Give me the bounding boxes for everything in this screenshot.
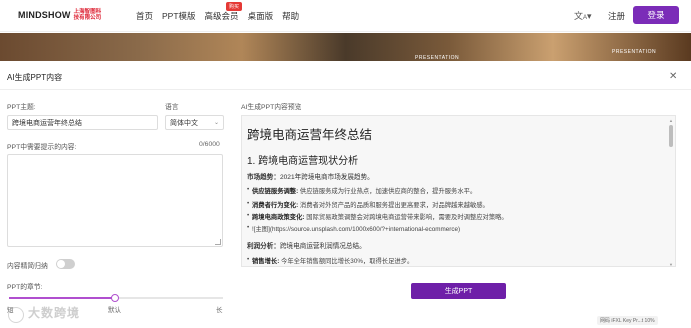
chapters-slider-fill xyxy=(9,297,115,299)
toggle-knob xyxy=(57,260,65,268)
modal-title: AI生成PPT内容 xyxy=(7,73,63,82)
list-item: 跨境电商政策变化: 国际贸易政策调整会对跨境电商运营带来影响，需要及时调整应对策… xyxy=(247,212,508,221)
bullet-text: 消费者对外贸产品的品质和服务提出更高要求，对品牌越来越敏感。 xyxy=(298,202,489,209)
smart-toggle-label: 内容精简归纳 xyxy=(7,263,48,270)
preview-heading: 1. 跨境电商运营现状分析 xyxy=(247,156,359,167)
register-link[interactable]: 注册 xyxy=(608,10,625,22)
watermark: 大数跨境 xyxy=(28,306,81,320)
topic-label: PPT主题: xyxy=(7,104,36,111)
preview-trend-line: 市场趋势：2021年跨境电商市场发展趋势。 xyxy=(247,171,374,181)
trend-label: 市场趋势： xyxy=(247,174,280,181)
scroll-down-icon[interactable]: ▼ xyxy=(669,262,673,267)
topic-input[interactable]: 跨境电商运营年终总结 xyxy=(7,115,158,130)
bullet-bold: 供应链服务调整: xyxy=(252,188,299,195)
logo[interactable]: MINDSHOW 上海智图科技有限公司 xyxy=(18,9,104,21)
bullet-bold: 销售增长: xyxy=(252,258,280,265)
bullet-text: 今年全年销售额同比增长30%，取得长足进步。 xyxy=(279,258,414,265)
close-icon[interactable]: ✕ xyxy=(669,71,677,82)
slider-mid-label: 默认 xyxy=(108,307,121,314)
resize-handle[interactable] xyxy=(215,239,221,245)
slider-max-label: 长 xyxy=(216,307,223,314)
prompt-textarea[interactable] xyxy=(7,154,223,247)
watermark-icon xyxy=(8,307,24,323)
nav-premium[interactable]: 高级会员 xyxy=(205,10,239,22)
scroll-up-icon[interactable]: ▲ xyxy=(669,118,673,123)
bullet-text: 国际贸易政策调整会对跨境电商运营带来影响，需要及时调整应对策略。 xyxy=(304,214,508,221)
trend-text: 2021年跨境电商市场发展趋势。 xyxy=(279,174,374,181)
chapters-slider-thumb[interactable] xyxy=(111,294,119,302)
preview-panel[interactable]: 跨境电商运营年终总结 1. 跨境电商运营现状分析 市场趋势：2021年跨境电商市… xyxy=(241,115,676,267)
preview-profit-line: 利润分析：跨境电商运营利润情况总结。 xyxy=(247,240,366,250)
generate-ppt-button[interactable]: 生成PPT xyxy=(411,283,506,299)
logo-company: 上海智图科技有限公司 xyxy=(73,9,102,21)
chevron-down-icon: ⌄ xyxy=(213,120,219,126)
api-note: 网码 iFXL Key Pr...t 10% xyxy=(597,316,658,325)
premium-badge: 购买 xyxy=(226,2,243,11)
nav-desktop[interactable]: 桌面版 xyxy=(248,10,274,22)
prompt-label: PPT中需要提示的内容: xyxy=(7,144,77,151)
bullet-bold: 跨境电商政策变化: xyxy=(252,214,305,221)
chapters-label: PPT的章节: xyxy=(7,284,43,291)
language-value: 简体中文 xyxy=(170,119,198,127)
nav-templates[interactable]: PPT模版 xyxy=(162,10,196,22)
profit-label: 利润分析： xyxy=(247,243,280,250)
preview-title: 跨境电商运营年终总结 xyxy=(247,128,373,142)
language-select[interactable]: 简体中文 ⌄ xyxy=(165,115,224,130)
banner-text: PRESENTATION xyxy=(415,55,460,61)
top-navbar: MINDSHOW 上海智图科技有限公司 首页 PPT模版 高级会员 桌面版 帮助… xyxy=(0,0,691,32)
list-item: 销售增长: 今年全年销售额同比增长30%，取得长足进步。 xyxy=(247,256,414,265)
bullet-bold: 消费者行为变化: xyxy=(252,202,299,209)
list-item: 供应链服务调整: 供应链服务成为行业热点，加速供应商的整合，提升服务水平。 xyxy=(247,186,477,195)
logo-text: MINDSHOW xyxy=(18,10,71,20)
char-count: 0/6000 xyxy=(199,141,220,148)
preview-label: AI生成PPT内容预览 xyxy=(241,104,302,111)
nav-home[interactable]: 首页 xyxy=(136,10,153,22)
profit-text: 跨境电商运营利润情况总结。 xyxy=(279,243,366,250)
smart-toggle[interactable] xyxy=(56,259,75,269)
nav-links: 首页 PPT模版 高级会员 桌面版 帮助 xyxy=(136,10,299,22)
translate-icon[interactable]: 文A▾ xyxy=(574,9,592,22)
bullet-text: 供应链服务成为行业热点，加速供应商的整合，提升服务水平。 xyxy=(298,188,477,195)
divider xyxy=(0,89,691,90)
background-banner xyxy=(0,33,691,61)
language-label: 语言 xyxy=(165,104,179,111)
login-button[interactable]: 登录 xyxy=(633,6,679,24)
bullet-text: ![主图](https://source.unsplash.com/1000x6… xyxy=(252,226,461,233)
list-item: 消费者行为变化: 消费者对外贸产品的品质和服务提出更高要求，对品牌越来越敏感。 xyxy=(247,200,489,209)
preview-scrollbar[interactable] xyxy=(669,125,673,147)
list-item: ![主图](https://source.unsplash.com/1000x6… xyxy=(247,224,461,233)
nav-help[interactable]: 帮助 xyxy=(282,10,299,22)
banner-text: PRESENTATION xyxy=(612,49,657,55)
